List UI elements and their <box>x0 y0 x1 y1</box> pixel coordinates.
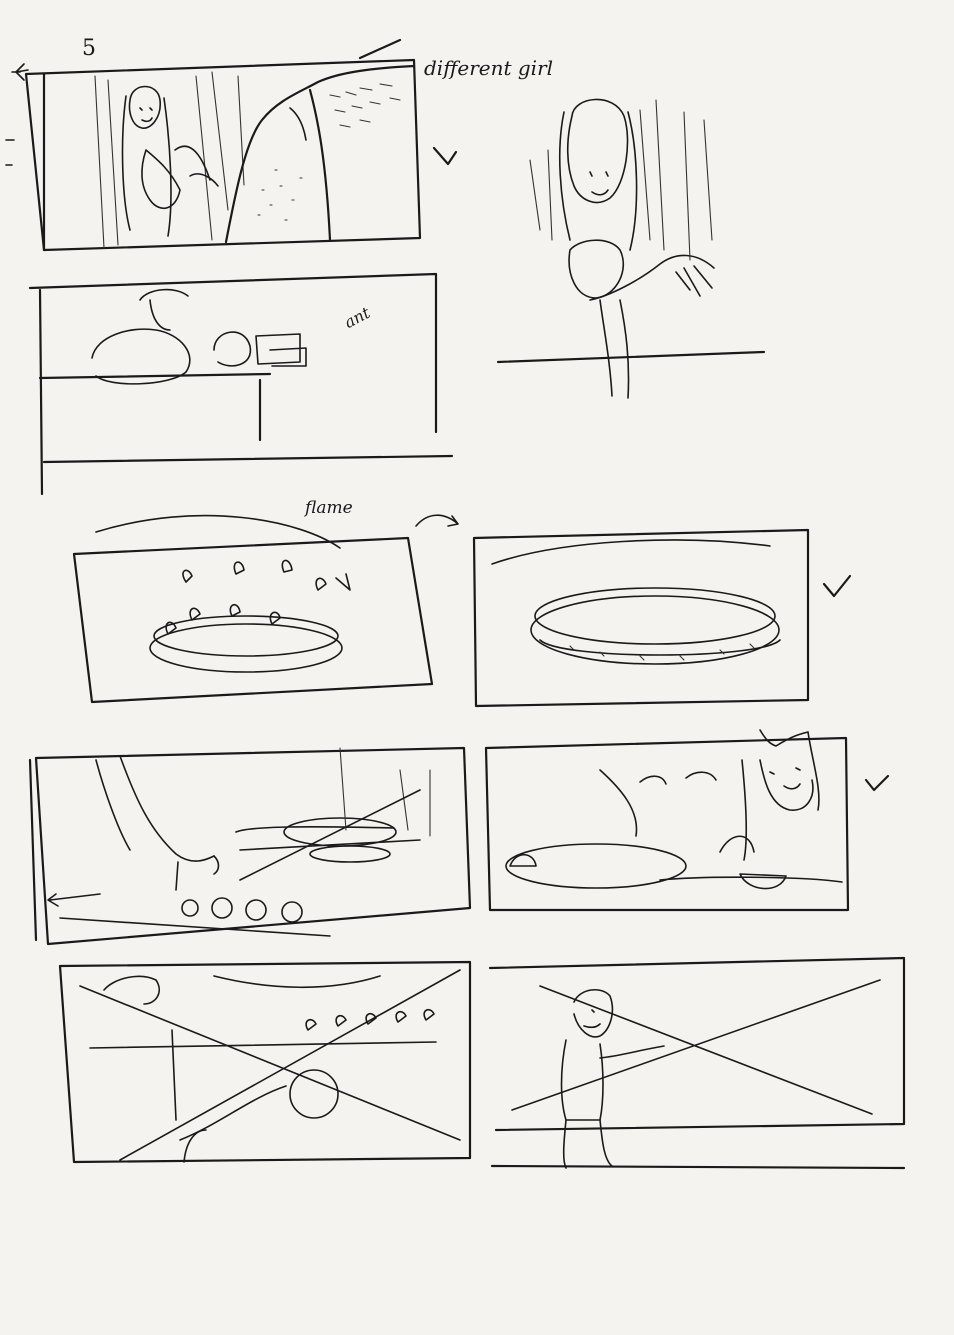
panel-gas-flame <box>72 514 434 704</box>
panel-flame-hand <box>58 960 472 1164</box>
cross-icon <box>511 979 881 1115</box>
sketch-canvas <box>5 38 906 1170</box>
panel-pan-burner <box>472 528 852 708</box>
check-icon <box>432 146 458 166</box>
swap-arrow-icon <box>415 514 459 527</box>
panel-cat-stove <box>484 729 890 912</box>
cross-icon <box>59 789 421 937</box>
panel-person-standing <box>488 956 906 1170</box>
check-icon <box>864 774 890 792</box>
panel-girl-shower <box>24 38 458 252</box>
cross-icon <box>79 969 461 1161</box>
margin-ticks <box>5 63 29 166</box>
panel-bedroom <box>28 272 454 496</box>
panel-different-girl <box>496 98 766 399</box>
check-icon <box>822 574 852 598</box>
storyboard-page: 5 different girl flame ant <box>0 0 954 1335</box>
panel-hand-stove <box>28 746 472 946</box>
